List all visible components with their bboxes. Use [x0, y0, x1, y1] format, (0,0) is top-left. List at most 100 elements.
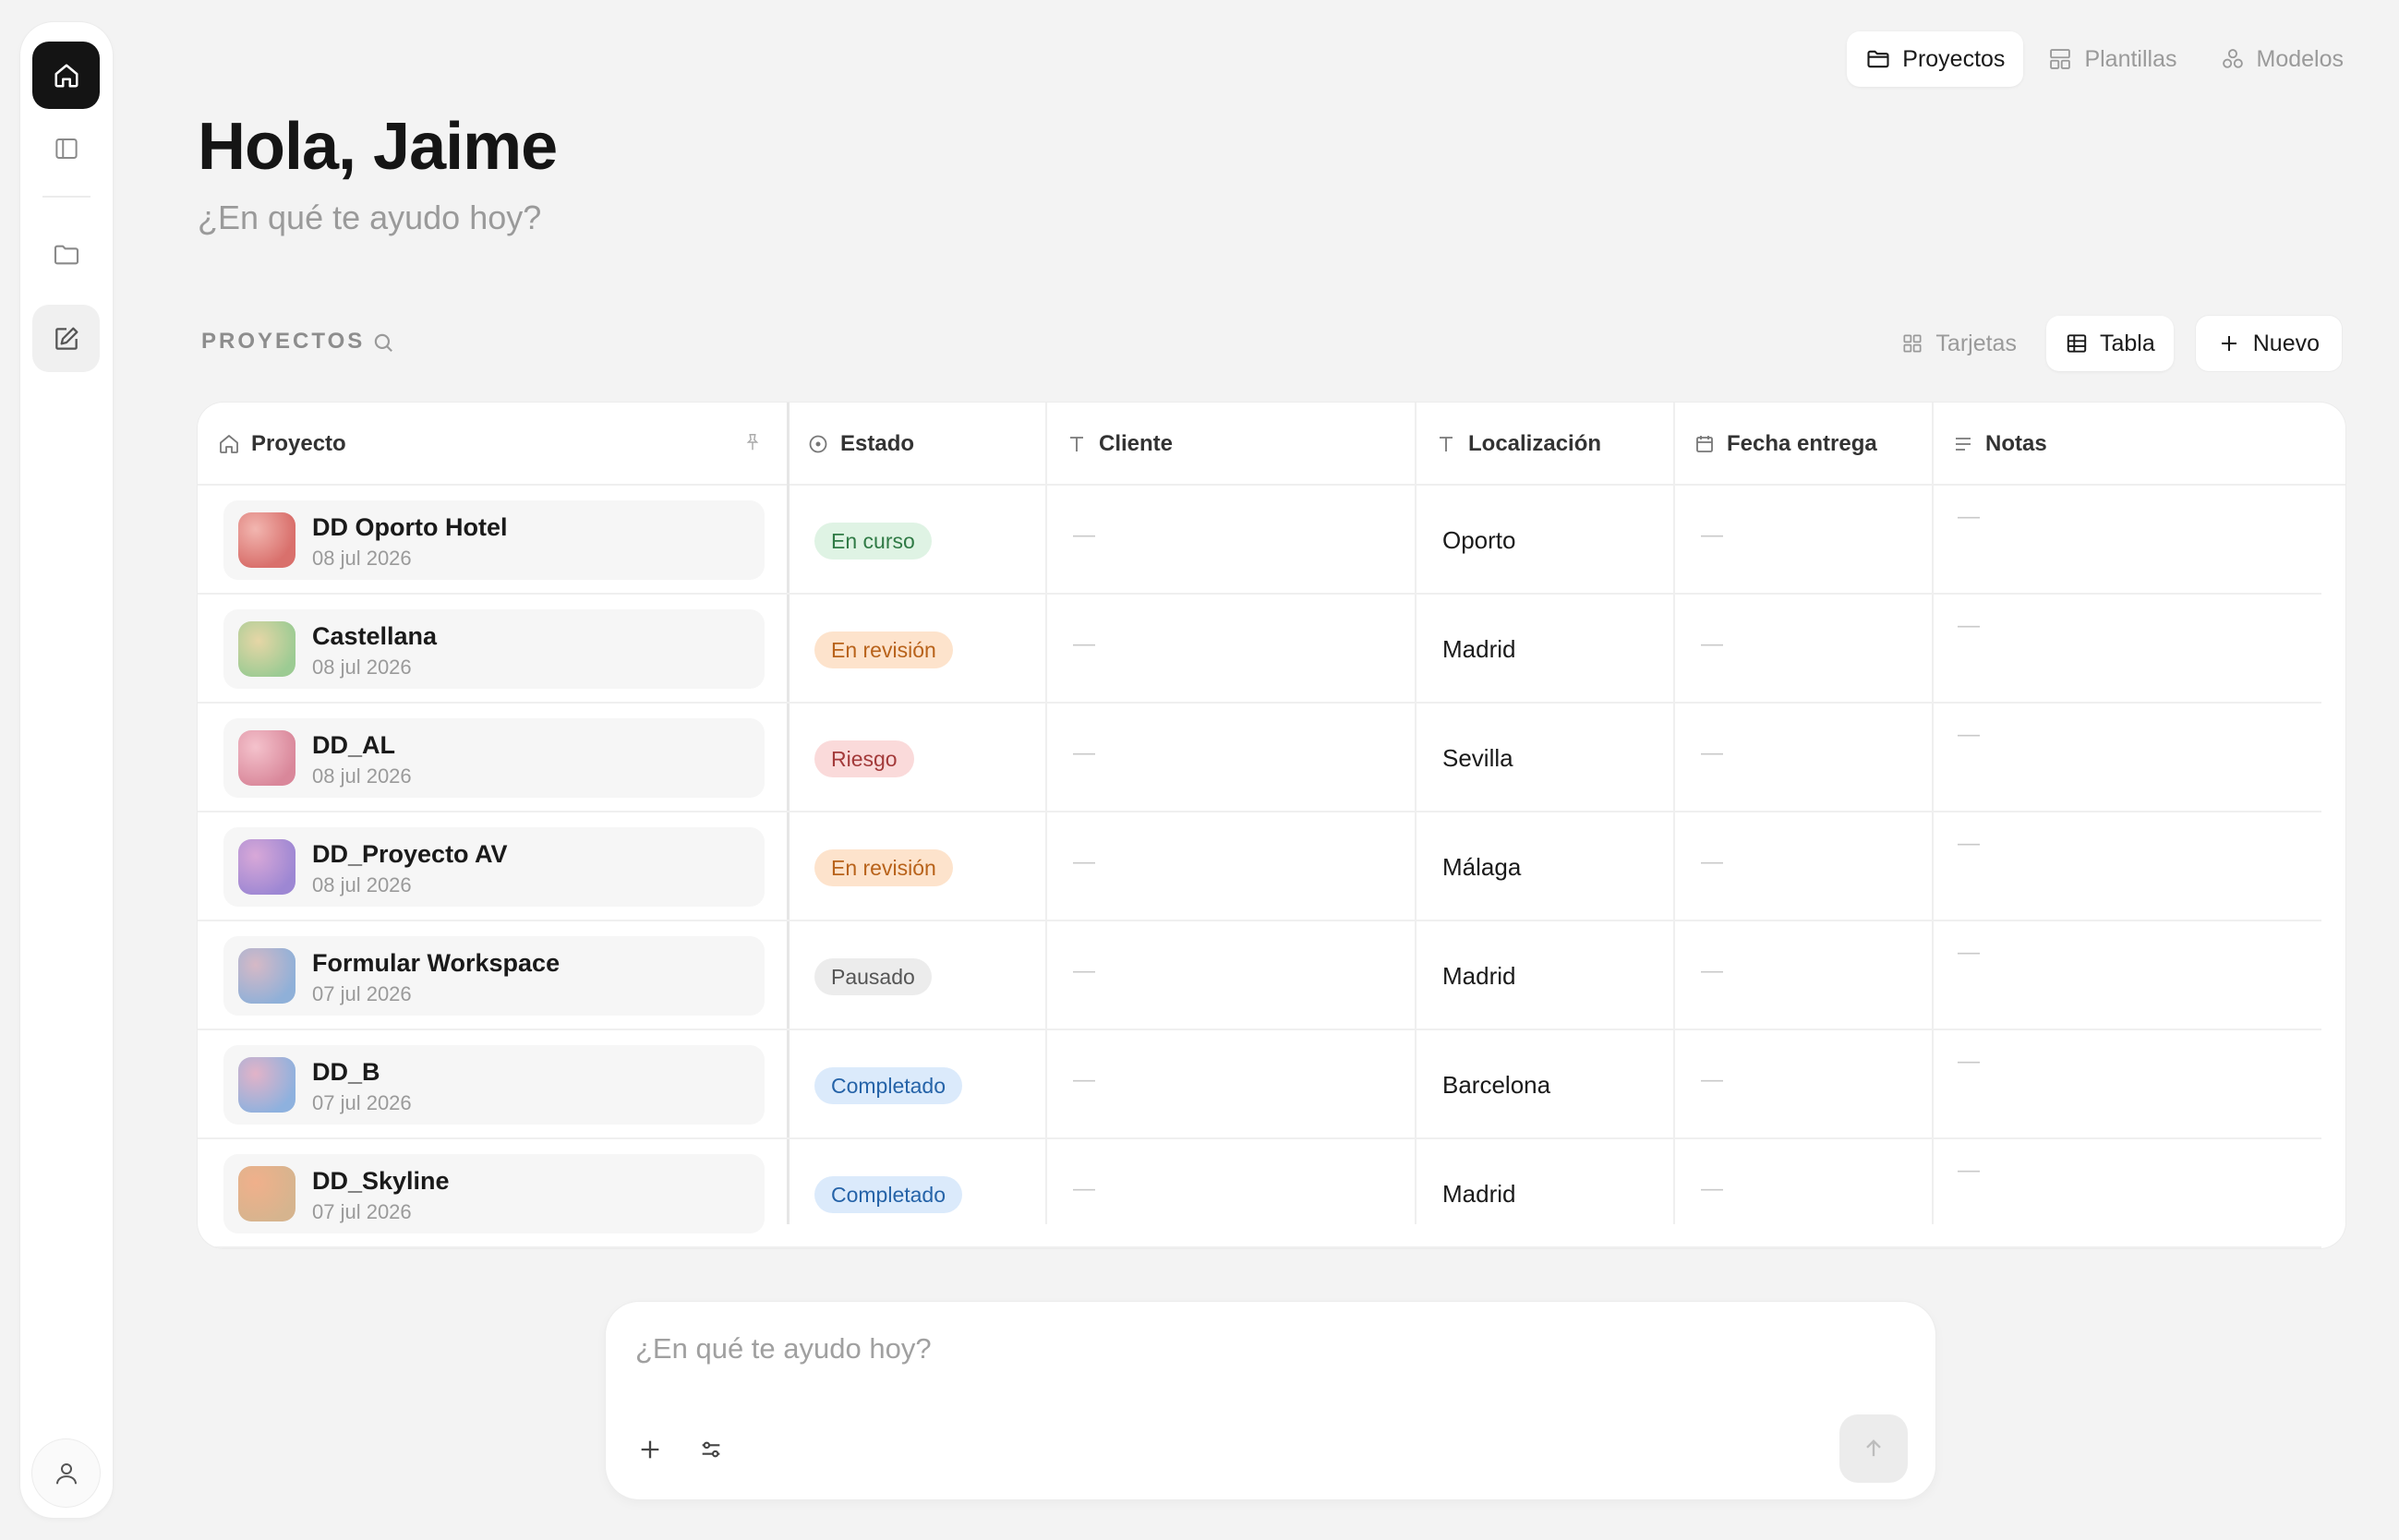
grid-icon	[1900, 331, 1924, 355]
options-button[interactable]	[687, 1426, 735, 1474]
view-cards-button[interactable]: Tarjetas	[1882, 316, 2035, 371]
project-name: DD_Skyline	[312, 1167, 450, 1195]
location-cell[interactable]: Oporto	[1442, 526, 1516, 555]
project-thumbnail	[238, 1057, 295, 1113]
sidebar-panel-icon	[53, 135, 80, 162]
view-controls: Tarjetas Tabla Nuevo	[1882, 316, 2342, 371]
notas-cell[interactable]: —	[1958, 722, 1980, 748]
column-header-fecha-entrega[interactable]: Fecha entrega	[1675, 403, 1877, 486]
fecha-entrega-cell[interactable]: —	[1701, 1176, 1723, 1202]
location-cell[interactable]: Madrid	[1442, 635, 1515, 664]
notas-cell[interactable]: —	[1958, 940, 1980, 966]
project-name: DD_AL	[312, 731, 396, 759]
view-table-label: Tabla	[2099, 330, 2155, 356]
project-date: 07 jul 2026	[312, 1200, 412, 1223]
notas-cell[interactable]: —	[1958, 1158, 1980, 1184]
location-cell[interactable]: Madrid	[1442, 1180, 1515, 1209]
notas-cell[interactable]: —	[1958, 613, 1980, 639]
home-icon	[218, 433, 240, 455]
status-badge[interactable]: Pausado	[814, 958, 932, 995]
fecha-entrega-cell[interactable]: —	[1701, 849, 1723, 875]
chat-input[interactable]	[635, 1328, 1891, 1370]
status-badge[interactable]: En revisión	[814, 632, 953, 668]
cliente-cell[interactable]: —	[1073, 523, 1095, 548]
fecha-entrega-cell[interactable]: —	[1701, 632, 1723, 657]
pin-icon[interactable]	[742, 432, 763, 452]
fecha-entrega-cell[interactable]: —	[1701, 1067, 1723, 1093]
column-header-cliente[interactable]: Cliente	[1047, 403, 1173, 486]
project-cell[interactable]: DD_Proyecto AV 08 jul 2026	[223, 827, 765, 907]
fecha-entrega-cell[interactable]: —	[1701, 523, 1723, 548]
send-button[interactable]	[1839, 1414, 1908, 1483]
project-thumbnail	[238, 948, 295, 1004]
status-badge[interactable]: En revisión	[814, 849, 953, 886]
table-row[interactable]: Formular Workspace 07 jul 2026 Pausado —…	[198, 921, 2321, 1030]
cliente-cell[interactable]: —	[1073, 740, 1095, 766]
user-profile-button[interactable]	[32, 1439, 100, 1507]
location-cell[interactable]: Málaga	[1442, 853, 1521, 882]
nav-plantillas-label: Plantillas	[2084, 45, 2177, 72]
project-date: 07 jul 2026	[312, 1091, 412, 1114]
arrow-up-icon	[1861, 1436, 1887, 1462]
notas-cell[interactable]: —	[1958, 831, 1980, 857]
project-date: 08 jul 2026	[312, 656, 412, 679]
status-badge[interactable]: Completado	[814, 1176, 963, 1213]
project-name: DD Oporto Hotel	[312, 513, 508, 541]
projects-table: Proyecto Estado Cliente Localización Fec…	[198, 403, 2345, 1248]
new-project-label: Nuevo	[2252, 330, 2320, 356]
table-row[interactable]: DD_AL 08 jul 2026 Riesgo — Sevilla — —	[198, 704, 2321, 812]
attach-button[interactable]	[626, 1426, 674, 1474]
fecha-entrega-cell[interactable]: —	[1701, 740, 1723, 766]
table-row[interactable]: DD_Skyline 07 jul 2026 Completado — Madr…	[198, 1139, 2321, 1248]
table-row[interactable]: Castellana 08 jul 2026 En revisión — Mad…	[198, 595, 2321, 704]
view-cards-label: Tarjetas	[1935, 330, 2017, 356]
location-cell[interactable]: Barcelona	[1442, 1071, 1550, 1100]
location-cell[interactable]: Sevilla	[1442, 744, 1513, 773]
notas-cell[interactable]: —	[1958, 1049, 1980, 1075]
table-row[interactable]: DD_B 07 jul 2026 Completado — Barcelona …	[198, 1030, 2321, 1139]
calendar-icon	[1694, 433, 1716, 455]
table-row[interactable]: DD_Proyecto AV 08 jul 2026 En revisión —…	[198, 812, 2321, 921]
new-project-button[interactable]: Nuevo	[2195, 316, 2342, 371]
folder-icon	[52, 240, 81, 270]
projects-button[interactable]	[32, 221, 100, 288]
search-projects-button[interactable]	[371, 331, 395, 355]
plus-icon	[637, 1437, 663, 1462]
cliente-cell[interactable]: —	[1073, 632, 1095, 657]
notas-cell[interactable]: —	[1958, 504, 1980, 530]
project-cell[interactable]: Formular Workspace 07 jul 2026	[223, 936, 765, 1016]
status-badge[interactable]: Completado	[814, 1067, 963, 1104]
status-circle-icon	[807, 433, 829, 455]
text-type-icon	[1066, 433, 1088, 455]
project-cell[interactable]: DD_Skyline 07 jul 2026	[223, 1154, 765, 1233]
project-cell[interactable]: DD_B 07 jul 2026	[223, 1045, 765, 1125]
cliente-cell[interactable]: —	[1073, 849, 1095, 875]
cliente-cell[interactable]: —	[1073, 1176, 1095, 1202]
column-header-estado[interactable]: Estado	[789, 403, 914, 486]
status-badge[interactable]: En curso	[814, 523, 932, 559]
cliente-cell[interactable]: —	[1073, 958, 1095, 984]
column-header-notas[interactable]: Notas	[1934, 403, 2047, 486]
table-row[interactable]: DD Oporto Hotel 08 jul 2026 En curso — O…	[198, 486, 2321, 595]
cliente-cell[interactable]: —	[1073, 1067, 1095, 1093]
column-header-localizacion[interactable]: Localización	[1416, 403, 1601, 486]
project-cell[interactable]: DD Oporto Hotel 08 jul 2026	[223, 500, 765, 580]
search-icon	[371, 331, 395, 355]
home-button[interactable]	[32, 42, 100, 109]
column-header-proyecto[interactable]: Proyecto	[198, 403, 346, 486]
project-date: 08 jul 2026	[312, 547, 412, 570]
edit-icon	[52, 324, 81, 354]
nav-modelos[interactable]: Modelos	[2201, 31, 2363, 87]
column-label-fecha-entrega: Fecha entrega	[1727, 431, 1877, 456]
project-thumbnail	[238, 621, 295, 677]
new-chat-button[interactable]	[32, 305, 100, 372]
location-cell[interactable]: Madrid	[1442, 962, 1515, 991]
status-badge[interactable]: Riesgo	[814, 740, 914, 777]
nav-plantillas[interactable]: Plantillas	[2029, 31, 2195, 87]
toggle-sidebar-button[interactable]	[32, 114, 100, 182]
view-table-button[interactable]: Tabla	[2045, 316, 2174, 371]
project-cell[interactable]: Castellana 08 jul 2026	[223, 609, 765, 689]
fecha-entrega-cell[interactable]: —	[1701, 958, 1723, 984]
nav-proyectos[interactable]: Proyectos	[1847, 31, 2024, 87]
project-cell[interactable]: DD_AL 08 jul 2026	[223, 718, 765, 798]
